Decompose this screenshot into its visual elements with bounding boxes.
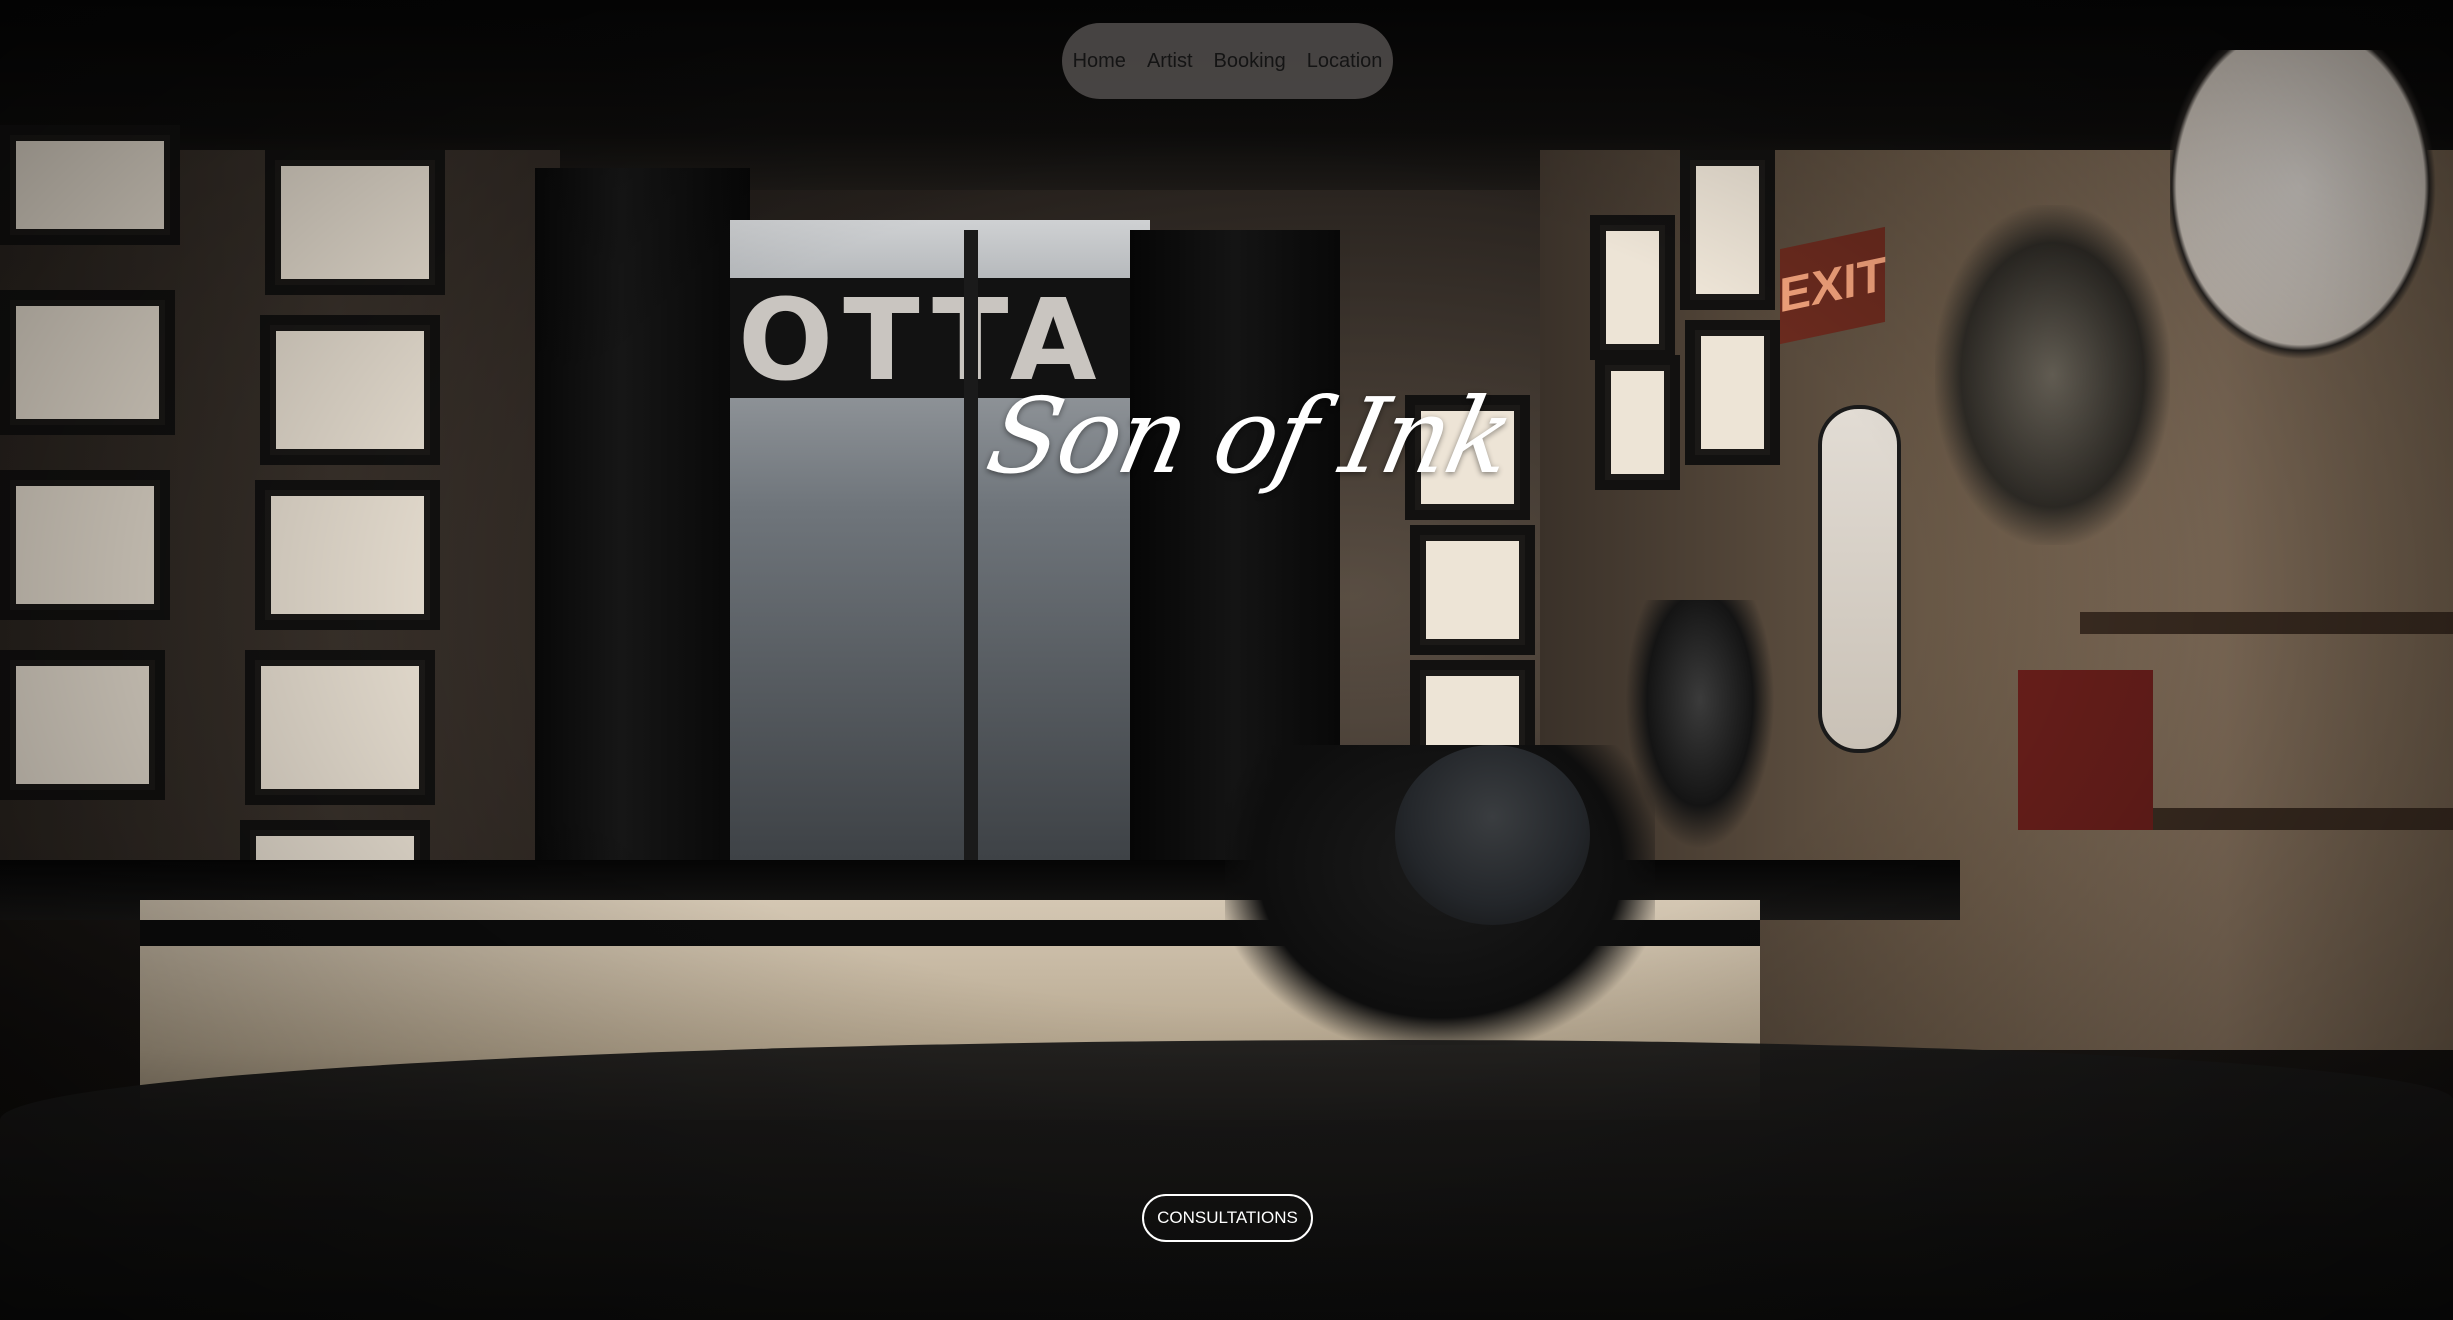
ship-wall-art <box>1935 205 2170 545</box>
foreground-desk <box>0 1040 2453 1320</box>
wall-flash-frame <box>0 650 165 800</box>
curtain-left <box>535 168 750 878</box>
wall-shelf <box>2080 612 2453 634</box>
nav-booking-link[interactable]: Booking <box>1214 50 1286 73</box>
wall-flash-frame <box>1590 215 1675 360</box>
wall-flash-frame <box>0 125 180 245</box>
wall-flash-frame <box>265 150 445 295</box>
brand-title: Son of Ink <box>977 375 1523 497</box>
nav-location-link[interactable]: Location <box>1307 50 1383 73</box>
hero-section: OTTA EXIT Home Artist Booking Location S… <box>0 0 2453 1320</box>
skull-wall-art <box>2170 50 2453 390</box>
wall-flash-frame <box>260 315 440 465</box>
wall-flash-frame <box>1410 525 1535 655</box>
window-mullion <box>964 230 978 860</box>
wall-flash-frame <box>0 470 170 620</box>
wall-flash-frame <box>0 290 175 435</box>
wall-flash-frame <box>1680 150 1775 310</box>
wall-flash-frame <box>245 650 435 805</box>
artist-cap <box>1395 745 1590 925</box>
wall-flash-frame <box>255 480 440 630</box>
skateboard-wall-art <box>1818 405 1901 753</box>
top-nav: Home Artist Booking Location <box>1062 23 1393 99</box>
consultations-button[interactable]: CONSULTATIONS <box>1142 1194 1313 1242</box>
nav-home-link[interactable]: Home <box>1073 50 1126 73</box>
wall-flash-frame <box>1685 320 1780 465</box>
red-art-panel <box>2018 670 2153 830</box>
nav-artist-link[interactable]: Artist <box>1147 50 1193 73</box>
